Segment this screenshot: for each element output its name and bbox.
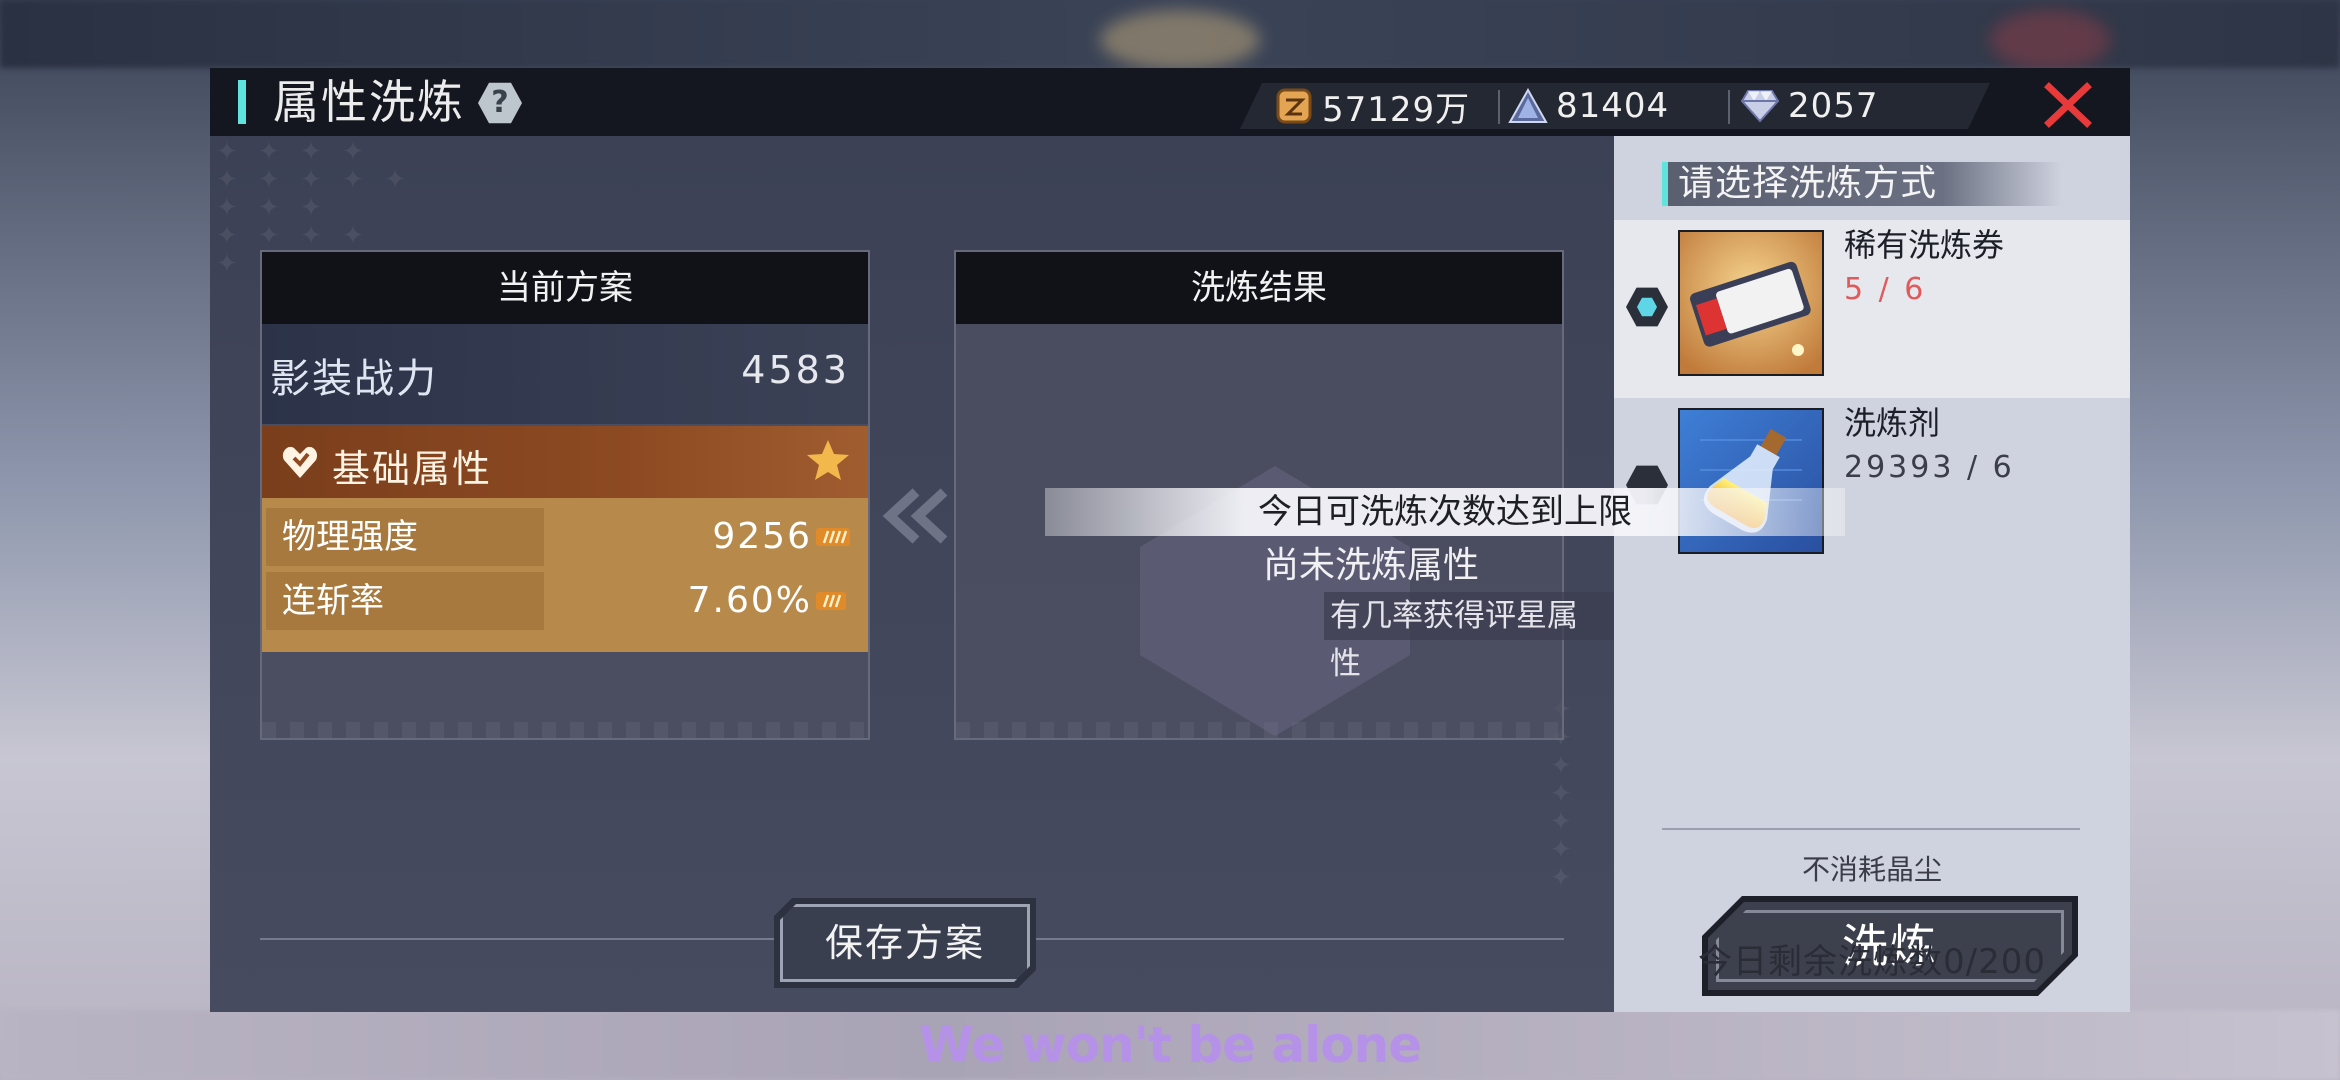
method-name: 稀有洗炼券 — [1844, 226, 2005, 264]
currency-separator — [1728, 90, 1730, 124]
current-plan-card: 当前方案 影装战力 4583 基础属性 物理强度 9256 连斩率 7.60% — [260, 250, 870, 740]
power-label: 影装战力 — [270, 356, 438, 402]
remaining-count-label: 今日剩余洗炼数0/200 — [1698, 942, 2046, 982]
diamond-gem-icon — [1740, 86, 1780, 126]
help-icon[interactable]: ? — [478, 82, 522, 124]
double-chevron-left-icon — [882, 486, 952, 546]
method-header-label: 请选择洗炼方式 — [1678, 163, 1938, 204]
attribute-name: 物理强度 — [266, 508, 544, 566]
background-blob — [1100, 10, 1260, 70]
radio-selected-icon — [1626, 287, 1668, 327]
video-subtitle: We won't be alone — [918, 1016, 1422, 1074]
power-value: 4583 — [741, 348, 850, 392]
close-icon — [2044, 82, 2092, 128]
background-blob — [1990, 10, 2110, 70]
result-header: 洗炼结果 — [956, 252, 1562, 324]
star-icon — [804, 436, 852, 488]
currency-crystal-value: 81404 — [1556, 86, 1670, 126]
crystal-pyramid-icon — [1508, 86, 1548, 126]
save-button-label: 保存方案 — [824, 921, 985, 965]
side-divider — [1662, 828, 2080, 830]
currency-diamond-value: 2057 — [1788, 86, 1879, 126]
header-accent-bar — [238, 80, 246, 124]
save-plan-button[interactable]: 保存方案 — [774, 898, 1036, 988]
currency-gold-value: 57129万 — [1322, 89, 1471, 130]
current-plan-header: 当前方案 — [262, 252, 868, 324]
base-attributes-header: 基础属性 — [262, 426, 868, 498]
result-message: 尚未洗炼属性 — [1262, 545, 1479, 586]
attribute-row: 连斩率 7.60% — [266, 572, 864, 630]
page-title: 属性洗炼 — [273, 75, 465, 129]
method-count: 29393 / 6 — [1844, 450, 2015, 485]
method-name: 洗炼剂 — [1844, 404, 1941, 442]
gold-coin-icon — [1274, 86, 1314, 126]
main-content: ✦ ✦ ✦ ✦✦ ✦ ✦ ✦ ✦✦ ✦ ✦✦ ✦ ✦ ✦✦ ✦ ✦✦ ✦✦✦ ✦… — [210, 136, 1614, 1012]
no-cost-label: 不消耗晶尘 — [1801, 853, 1942, 886]
method-count: 5 / 6 — [1844, 272, 1927, 307]
currency-crystal[interactable]: 81404 — [1508, 83, 1669, 129]
base-attributes-label: 基础属性 — [332, 447, 493, 491]
power-row: 影装战力 4583 — [262, 324, 868, 424]
refine-panel: 属性洗炼 ? 57129万 81404 2057 ✦ ✦ ✦ ✦ ✦ ✦ ✦ ✦… — [210, 68, 2130, 1012]
rare-refine-ticket-icon — [1678, 230, 1824, 376]
attribute-row: 物理强度 9256 — [266, 508, 864, 566]
attribute-value: 9256 — [712, 516, 812, 557]
attribute-value: 7.60% — [687, 580, 812, 621]
method-header-accent — [1662, 162, 1668, 206]
refine-method-panel: 请选择洗炼方式 稀有洗炼券 5 / 6 洗炼剂 29393 / 6 不消耗晶尘 … — [1614, 136, 2130, 1012]
grade-bars-icon — [816, 526, 850, 548]
attribute-table: 物理强度 9256 连斩率 7.60% — [262, 498, 868, 652]
grade-bars-icon — [816, 590, 846, 612]
panel-header: 属性洗炼 ? 57129万 81404 2057 — [210, 68, 2130, 136]
card-footer-decoration — [262, 722, 868, 738]
currency-gold[interactable]: 57129万 — [1274, 83, 1471, 130]
heart-shield-icon — [280, 442, 320, 482]
currency-diamond[interactable]: 2057 — [1740, 83, 1879, 129]
result-sub-message: 有几率获得评星属性 — [1324, 592, 1614, 682]
attribute-name: 连斩率 — [266, 572, 544, 630]
limit-reached-notice: 今日可洗炼次数达到上限 — [1045, 488, 1845, 536]
close-button[interactable] — [2043, 79, 2093, 129]
method-option-refine-agent[interactable]: 洗炼剂 29393 / 6 — [1614, 398, 2130, 576]
radio-dot — [1637, 297, 1657, 317]
currency-separator — [1498, 90, 1500, 124]
method-option-rare-ticket[interactable]: 稀有洗炼券 5 / 6 — [1614, 220, 2130, 398]
